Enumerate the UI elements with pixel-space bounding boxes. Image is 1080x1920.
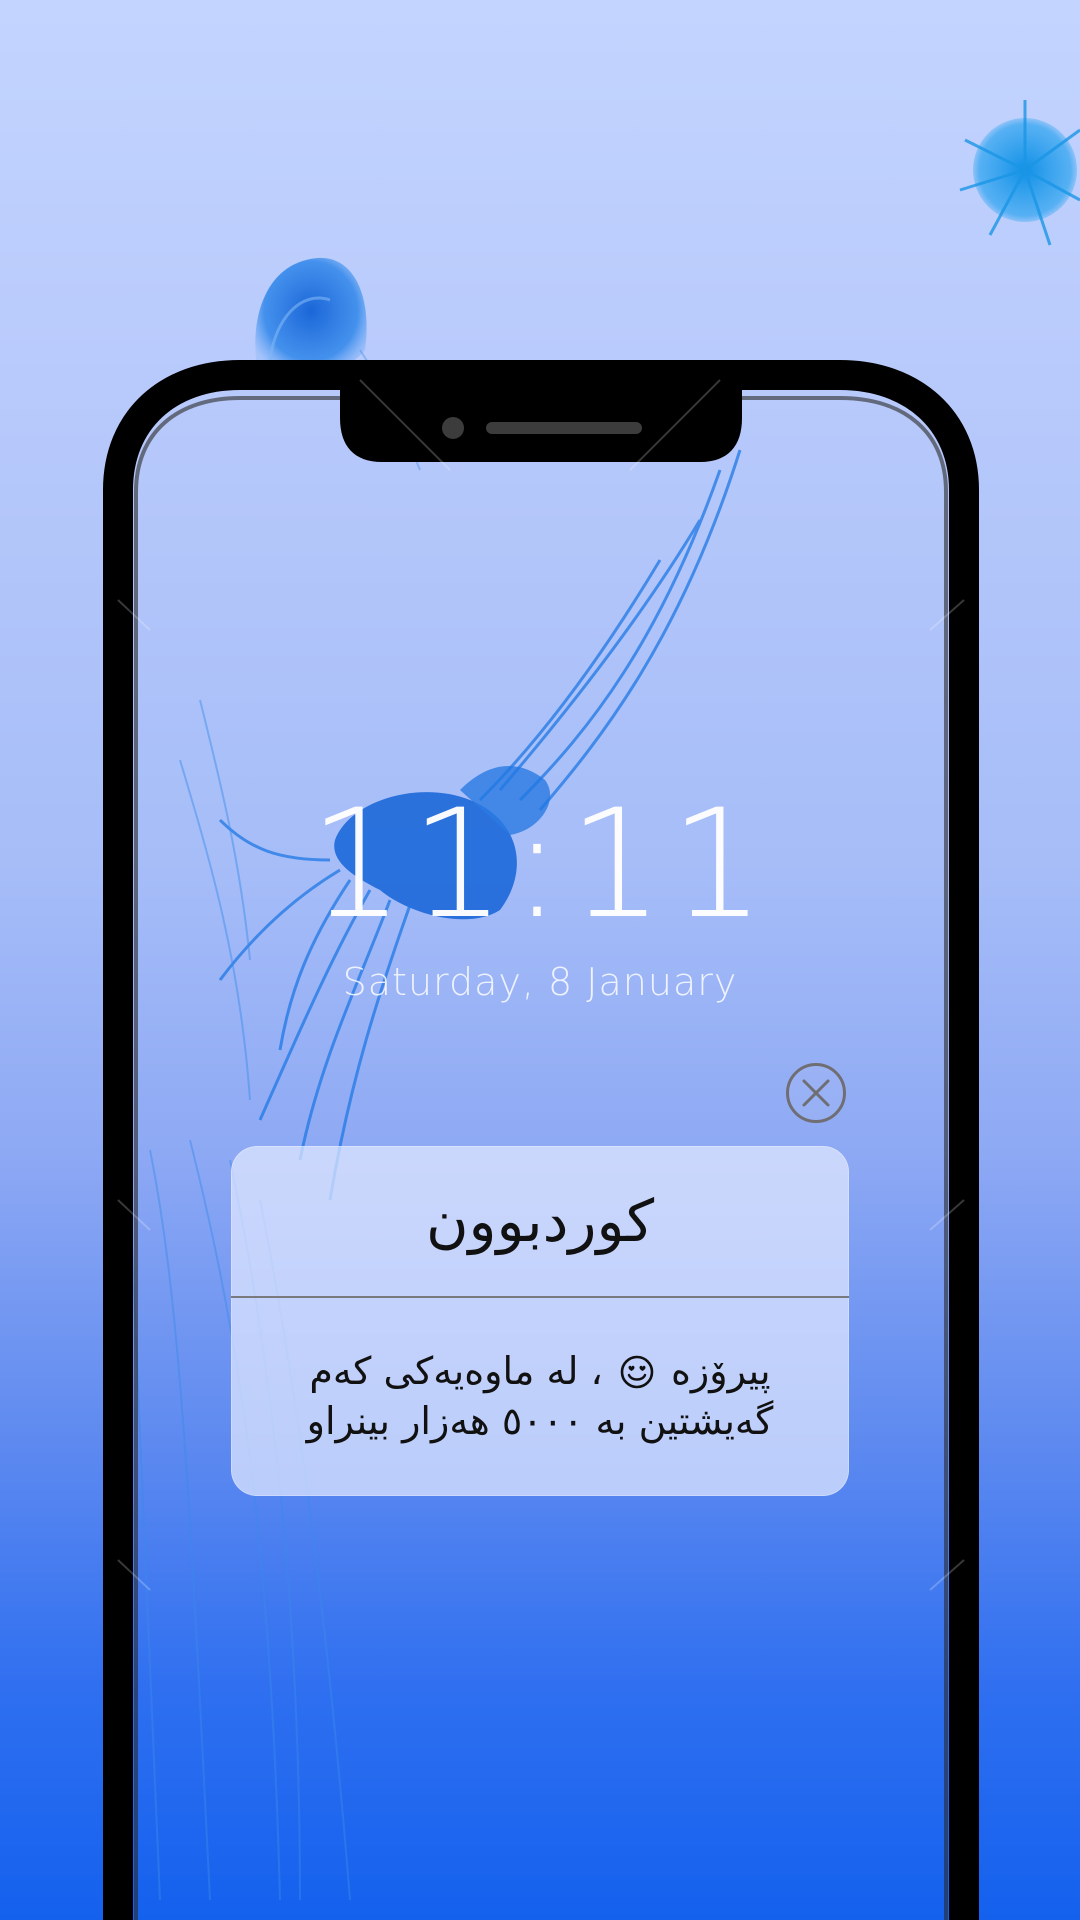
lockscreen-date: Saturday, 8 January: [342, 960, 738, 1004]
notification-body: پیرۆزە ، لە ماوەیەکی کەم گەیشتین بە ٥٠٠٠…: [251, 1346, 829, 1446]
jellyfish-top-left: [255, 257, 421, 471]
notification-body-line-2: گەیشتین بە ٥٠٠٠ هەزار بینراو: [306, 1399, 774, 1443]
close-x-circle-icon: [802, 1079, 830, 1107]
notification-body-line-1-start: پیرۆزە: [670, 1349, 771, 1393]
smiling-face-with-heart-eyes-icon: [620, 1355, 654, 1389]
notification-body-line-1: پیرۆزە ، لە ماوەیەکی کەم: [251, 1346, 829, 1396]
notification-title: کوردبوون: [425, 1187, 655, 1255]
lockscreen-clock: 11:11: [308, 778, 772, 952]
volume-up-button: [107, 578, 123, 696]
earpiece-speaker-icon: [486, 422, 642, 434]
notch: [340, 380, 742, 462]
front-camera-icon: [442, 417, 464, 439]
jellyfish-top-right: [959, 100, 1080, 246]
notification-body-line-1-end: ، لە ماوەیەکی کەم: [309, 1349, 603, 1393]
notification-card[interactable]: کوردبوون پیرۆزە ، لە ماوەیەکی کەم گەیشتی…: [231, 1146, 849, 1496]
notification-divider: [231, 1296, 849, 1298]
dismiss-notification-button[interactable]: [786, 1063, 846, 1123]
